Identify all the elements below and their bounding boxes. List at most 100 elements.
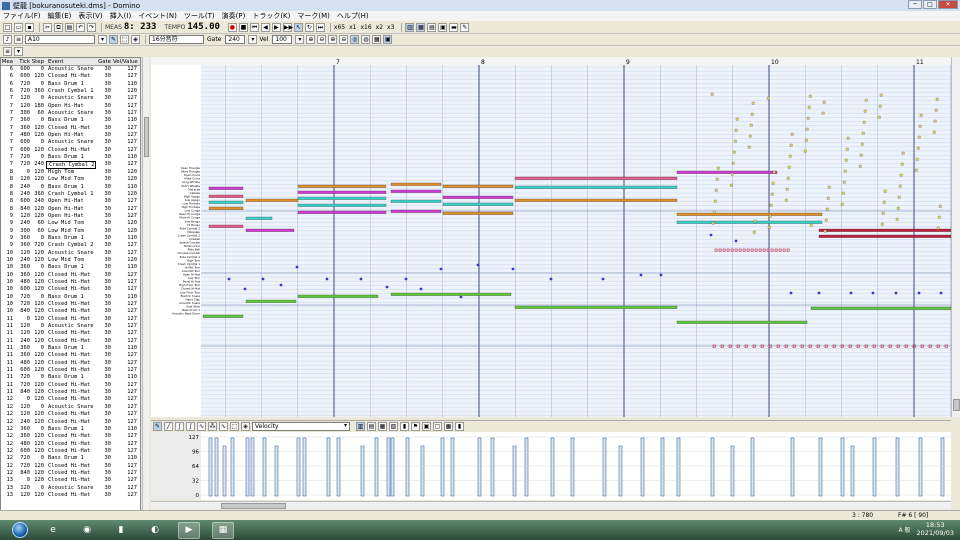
zoom-v-in-icon[interactable]: ⊕ xyxy=(328,35,338,44)
ie-icon[interactable]: e xyxy=(42,522,64,539)
domino-task-icon[interactable]: ▶ xyxy=(178,521,200,539)
table-row[interactable]: 7 720 0 Bass Drum 1 30 110 xyxy=(1,154,140,161)
window-task-icon[interactable]: ▦ xyxy=(212,521,234,539)
view-icon[interactable]: ▣ xyxy=(383,35,393,44)
table-row[interactable]: 8 120 120 Low Mid Tom 30 120 xyxy=(1,176,140,183)
menu-tools[interactable]: ツール(T) xyxy=(184,11,215,21)
eraser-icon[interactable]: ◈ xyxy=(131,35,140,44)
scroll-thumb[interactable] xyxy=(953,399,960,411)
vel-field[interactable]: 100 xyxy=(272,35,293,44)
piano-roll[interactable]: Open Triangle Mute Triangle Open Cuica Mute… xyxy=(151,57,952,417)
meter-icon[interactable]: ▮ xyxy=(455,422,464,431)
table-row[interactable]: 12 480 120 Closed Hi-Hat 30 127 xyxy=(1,441,140,448)
table-row[interactable]: 13 0 120 Closed Hi-Hat 30 127 xyxy=(1,477,140,484)
table-row[interactable]: 9 120 120 Open Hi-Hat 30 127 xyxy=(1,213,140,220)
scroll-thumb[interactable] xyxy=(144,117,149,157)
media-icon[interactable]: ◐ xyxy=(144,522,166,539)
table-row[interactable]: 11 720 120 Closed Hi-Hat 30 127 xyxy=(1,382,140,389)
random-tool-icon[interactable]: ⁂ xyxy=(208,422,217,431)
table-row[interactable]: 7 360 0 Bass Drum 1 30 110 xyxy=(1,117,140,124)
table-row[interactable]: 10 120 120 Acoustic Snare 30 127 xyxy=(1,250,140,257)
table-row[interactable]: 12 360 120 Closed Hi-Hat 30 127 xyxy=(1,433,140,440)
filter-icon[interactable]: ▾ xyxy=(14,47,23,56)
grid-icon[interactable]: ▦ xyxy=(372,35,382,44)
curve2-tool-icon[interactable]: ∫ xyxy=(186,422,195,431)
table-row[interactable]: 12 120 0 Acoustic Snare 30 127 xyxy=(1,404,140,411)
table-row[interactable]: 8 0 120 High Tom 30 120 xyxy=(1,169,140,176)
clock[interactable]: 18:53 2021/09/03 xyxy=(917,521,954,537)
velocity-canvas[interactable]: 127 96 64 32 0 xyxy=(151,432,951,500)
end-icon[interactable]: ⏭ xyxy=(315,22,325,32)
settings-icon[interactable]: ✎ xyxy=(460,22,470,32)
table-row[interactable]: 10 600 120 Closed Hi-Hat 30 127 xyxy=(1,286,140,293)
table-row[interactable]: 6 600 120 Closed Hi-Hat 30 127 xyxy=(1,73,140,80)
play-icon[interactable]: ▶ xyxy=(271,22,281,32)
zoom-in-icon[interactable]: ⊕ xyxy=(306,35,316,44)
event-list-scrollbar[interactable] xyxy=(142,57,149,513)
explorer-icon[interactable]: ▮ xyxy=(110,522,132,539)
line-tool-icon[interactable]: ╱ xyxy=(164,422,173,431)
table-row[interactable]: 11 480 120 Closed Hi-Hat 30 127 xyxy=(1,360,140,367)
view-b-icon[interactable]: ▤ xyxy=(367,422,376,431)
pointer-icon[interactable]: ↖ xyxy=(293,22,303,32)
table-row[interactable]: 10 240 120 Low Mid Tom 30 120 xyxy=(1,257,140,264)
controller-select[interactable]: Velocity xyxy=(252,422,350,431)
close-button[interactable]: ✕ xyxy=(938,0,958,9)
lock-icon[interactable]: ▣ xyxy=(422,422,431,431)
table-row[interactable]: 10 360 120 Closed Hi-Hat 30 127 xyxy=(1,272,140,279)
col-mea[interactable]: Mea xyxy=(1,58,14,65)
table-row[interactable]: 9 360 0 Bass Drum 1 30 110 xyxy=(1,235,140,242)
col-event[interactable]: Event xyxy=(46,58,96,65)
back-icon[interactable]: ◀ xyxy=(260,22,270,32)
select-icon[interactable]: ⬚ xyxy=(120,35,129,44)
open-file-icon[interactable]: ▭ xyxy=(14,22,23,32)
mark-icon[interactable]: ▾ xyxy=(98,35,107,44)
start-button[interactable] xyxy=(12,522,28,538)
horizontal-scrollbar[interactable] xyxy=(151,501,951,509)
table-row[interactable]: 7 360 120 Closed Hi-Hat 30 127 xyxy=(1,125,140,132)
minimize-button[interactable]: ─ xyxy=(908,0,922,9)
piano-roll-vscroll[interactable] xyxy=(951,57,960,417)
color-icon[interactable]: ◍ xyxy=(361,35,371,44)
table-row[interactable]: 12 720 120 Closed Hi-Hat 30 127 xyxy=(1,463,140,470)
table-row[interactable]: 9 240 60 Low Mid Tom 30 120 xyxy=(1,220,140,227)
table-row[interactable]: 9 300 60 Low Mid Tom 30 120 xyxy=(1,228,140,235)
table-row[interactable]: 13 120 0 Acoustic Snare 30 127 xyxy=(1,485,140,492)
vel-menu-icon[interactable]: ▾ xyxy=(295,35,305,44)
snap-icon[interactable]: ◎ xyxy=(350,35,360,44)
view-a-icon[interactable]: ▥ xyxy=(356,422,365,431)
zoom-x16[interactable]: x16 xyxy=(360,24,371,31)
table-row[interactable]: 11 120 120 Closed Hi-Hat 30 127 xyxy=(1,330,140,337)
new-file-icon[interactable]: □ xyxy=(3,22,12,32)
undo-icon[interactable]: ↶ xyxy=(76,22,85,32)
ime-indicator[interactable]: A 般 xyxy=(899,525,911,534)
loop-icon[interactable]: ↻ xyxy=(304,22,314,32)
rewind-icon[interactable]: ⏮ xyxy=(249,22,259,32)
record-icon[interactable]: ● xyxy=(227,22,237,32)
cut-icon[interactable]: ✂ xyxy=(43,22,52,32)
menu-track[interactable]: トラック(K) xyxy=(252,11,290,21)
view-c-icon[interactable]: ▦ xyxy=(378,422,387,431)
table-row[interactable]: 7 300 60 Acoustic Snare 30 127 xyxy=(1,110,140,117)
redo-icon[interactable]: ↷ xyxy=(87,22,96,32)
table-row[interactable]: 8 840 120 Open Hi-Hat 30 127 xyxy=(1,206,140,213)
table-row[interactable]: 7 720 240 Crash Cymbal 2 30 127 xyxy=(1,161,140,169)
piano-roll-canvas[interactable]: Open TriangleMute TriangleOpen CuicaMute… xyxy=(151,57,952,417)
table-row[interactable]: 12 840 120 Closed Hi-Hat 30 127 xyxy=(1,470,140,477)
table-row[interactable]: 10 720 0 Bass Drum 1 30 110 xyxy=(1,294,140,301)
marker-icon[interactable]: ▮ xyxy=(400,422,409,431)
firefox-icon[interactable]: ◉ xyxy=(76,522,98,539)
table-row[interactable]: 7 480 120 Open Hi-Hat 30 127 xyxy=(1,132,140,139)
col-step[interactable]: Step xyxy=(31,58,46,65)
zoom-x65[interactable]: x65 xyxy=(334,24,345,31)
table-row[interactable]: 10 360 0 Bass Drum 1 30 110 xyxy=(1,264,140,271)
menu-help[interactable]: ヘルプ(H) xyxy=(337,11,369,21)
sine-tool-icon[interactable]: ∿ xyxy=(219,422,228,431)
note-length-select[interactable]: 16分音符 xyxy=(149,35,204,44)
table-row[interactable]: 7 600 120 Closed Hi-Hat 30 127 xyxy=(1,147,140,154)
table-row[interactable]: 9 360 720 Crash Cymbal 2 30 127 xyxy=(1,242,140,249)
table-row[interactable]: 11 600 120 Closed Hi-Hat 30 127 xyxy=(1,367,140,374)
flag-icon[interactable]: ⚑ xyxy=(411,422,420,431)
table-row[interactable]: 11 840 120 Closed Hi-Hat 30 127 xyxy=(1,389,140,396)
gate-field[interactable]: 240 xyxy=(225,35,246,44)
